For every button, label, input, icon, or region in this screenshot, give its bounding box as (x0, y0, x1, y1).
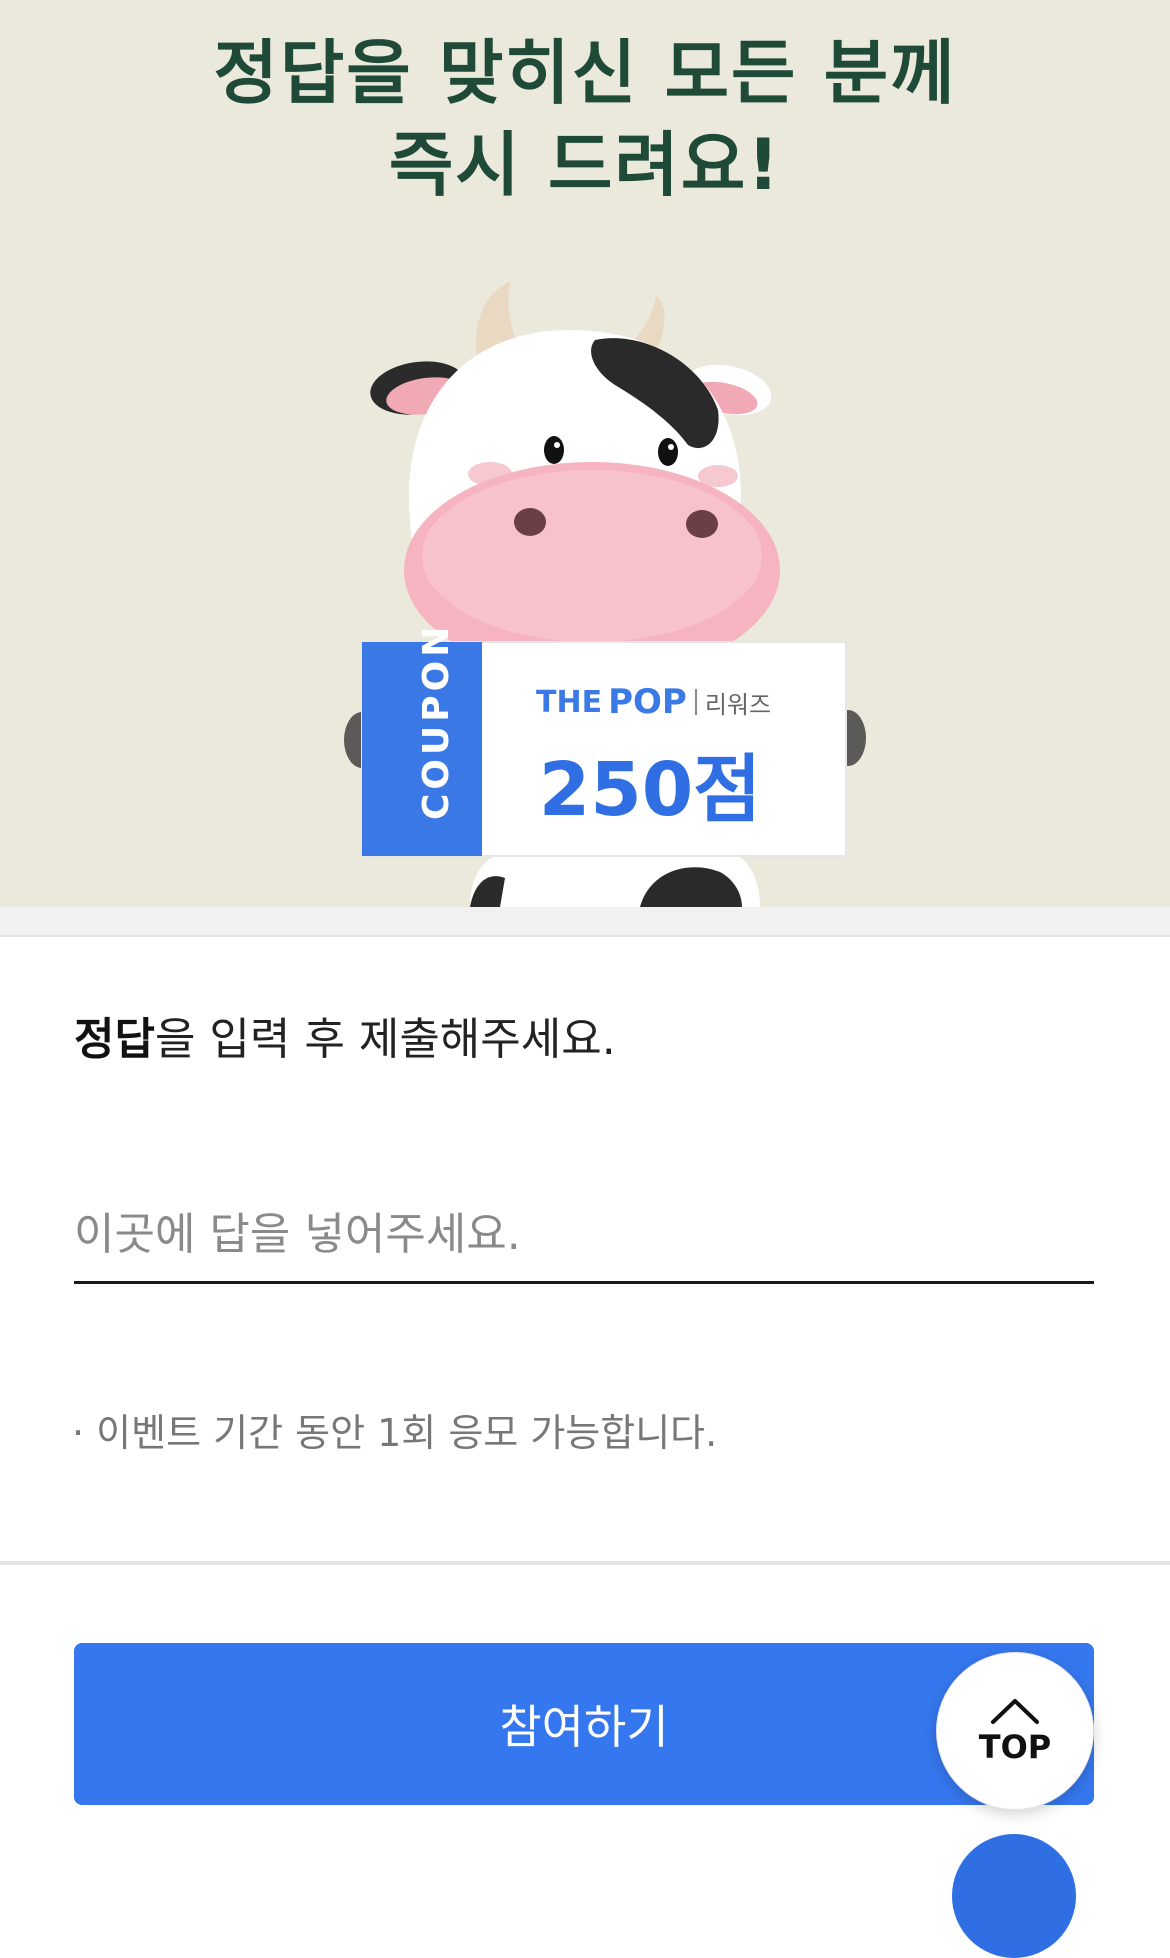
brand-prefix: THE (536, 684, 603, 720)
instruction-rest: 을 입력 후 제출해주세요. (154, 1014, 616, 1065)
divider-line (0, 1561, 1170, 1565)
hero-banner: 정답을 맞히신 모든 분께 즉시 드려요! COUPON THE POP 리워즈… (0, 0, 1170, 907)
coupon-amount: 250점 (538, 747, 762, 833)
event-notice: · 이벤트 기간 동안 1회 응모 가능합니다. (72, 1411, 718, 1455)
brand-subtitle: 리워즈 (704, 690, 772, 719)
instruction-text: 정답을 입력 후 제출해주세요. (74, 1012, 616, 1068)
section-divider (0, 907, 1170, 937)
chevron-up-icon (991, 1699, 1039, 1724)
instruction-bold: 정답 (74, 1014, 155, 1065)
scroll-top-button[interactable]: TOP (936, 1652, 1094, 1810)
brand-logo: POP (608, 682, 687, 722)
floating-action-button[interactable] (952, 1834, 1076, 1958)
brand-separator (694, 689, 697, 715)
answer-input[interactable] (74, 1188, 1094, 1284)
coupon-brand: THE POP 리워즈 (536, 678, 771, 726)
top-label: TOP (978, 1728, 1052, 1766)
coupon-label: COUPON (416, 622, 457, 820)
